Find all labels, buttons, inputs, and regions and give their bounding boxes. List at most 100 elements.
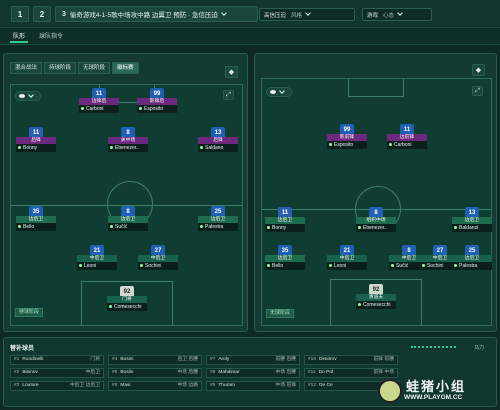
morale-icon <box>454 264 457 268</box>
substitute-number: #11 <box>308 370 316 375</box>
mentality-label: 高信压迫 <box>264 12 287 19</box>
morale-icon <box>267 226 270 230</box>
substitute-name: Bosilo <box>120 370 134 375</box>
substitute-name: De Ce <box>319 383 333 388</box>
substitute-position: 前锋 前腰 <box>373 357 394 362</box>
mode-select[interactable]: 游戏 心态 <box>362 8 432 21</box>
morale-icon <box>18 225 21 229</box>
tab-emblem[interactable]: 徽标赛 <box>112 62 139 74</box>
substitute-name: Mahdimar <box>218 370 240 375</box>
substitute-row[interactable]: #2 Bisinov 中后卫 <box>10 368 104 378</box>
player-name-row: Comesecchi <box>356 301 396 309</box>
morale-icon <box>391 264 394 268</box>
player-name: Saldano <box>205 145 224 151</box>
phase-status-badge: 持球阶段 <box>15 308 44 317</box>
expand-icon[interactable]: ⤢ <box>223 90 234 100</box>
player-name-row: Carboni <box>79 105 119 113</box>
substitute-name: Thuram <box>218 383 235 388</box>
player-role: 中后卫 <box>77 255 117 262</box>
morale-icon <box>358 303 361 307</box>
player-role: 边锋后 <box>79 98 119 105</box>
player-role: 后锋 <box>16 137 56 144</box>
substitute-row[interactable]: #5 Bosilo 中场 后腰 <box>108 368 202 378</box>
player-name: Ebenezer.. <box>363 225 387 231</box>
tab-mixed[interactable]: 混合战法 <box>10 62 43 74</box>
substitute-number: #9 <box>210 383 216 388</box>
tactic-number: 3 <box>62 10 66 18</box>
morale-icon <box>109 305 112 309</box>
player-name: Sochini <box>145 263 162 269</box>
tactic-tab-2[interactable]: 2 <box>33 6 51 22</box>
watermark: 蛙猪小组 WWW.PLAYGM.CC <box>376 373 496 407</box>
watermark-url: WWW.PLAYGM.CC <box>404 394 463 401</box>
substitute-row[interactable]: #9 Thuram 中场 前锋 <box>206 381 300 391</box>
morale-icon <box>329 143 332 147</box>
substitute-name: Bisinov <box>22 370 38 375</box>
diamond-icon[interactable]: ◆ <box>225 66 238 78</box>
substitute-number: #4 <box>112 357 118 362</box>
player-name-row: Ebenezer.. <box>108 144 148 152</box>
substitute-number: #5 <box>112 370 118 375</box>
eye-icon <box>270 90 276 94</box>
tab-in-possession[interactable]: 持球阶段 <box>44 62 77 74</box>
condition-bar <box>411 346 456 348</box>
player-role: 关中场 <box>108 137 148 144</box>
substitute-row[interactable]: #3 Loutore 中后卫 边后卫 <box>10 381 104 391</box>
substitute-number: #1 <box>14 357 20 362</box>
top-bar: 1 2 3 偷奇游戏4-1-5歌中场攻中路 边翼卫 预防 · 急信压迫 高信压迫… <box>0 0 500 28</box>
tab-formation[interactable]: 队形 <box>10 31 29 43</box>
player-name-row: Baldanzi <box>452 224 492 232</box>
penalty-box-top <box>348 79 404 97</box>
player-name-row: Esposito <box>137 105 177 113</box>
chevron-down-icon <box>28 91 34 98</box>
mentality-select[interactable]: 高信压迫 风格 <box>259 8 355 21</box>
player-name: Palestra <box>205 224 224 230</box>
player-name: Bonny <box>272 225 287 231</box>
visibility-toggle[interactable] <box>266 87 292 97</box>
player-name-row: Sochini <box>138 262 178 270</box>
substitute-number: #3 <box>14 383 20 388</box>
substitute-row[interactable]: #10 Dimitrov 前锋 前腰 <box>304 355 398 365</box>
substitute-position: 中场 前锋 <box>275 383 296 388</box>
player-name: Ebenezer.. <box>115 145 139 151</box>
substitute-name: Masi <box>120 383 131 388</box>
player-role: 后锋 <box>198 137 238 144</box>
substitute-row[interactable]: #8 Mahdimar 中场 后腰 <box>206 368 300 378</box>
condition-label: 马力 <box>473 345 484 351</box>
tab-out-of-possession[interactable]: 无球阶段 <box>78 62 111 74</box>
player-name: Sučić <box>396 263 409 269</box>
expand-icon[interactable]: ⤢ <box>472 86 483 96</box>
substitute-row[interactable]: #6 Masi 中场 边路 <box>108 381 202 391</box>
player-name-row: Sučić <box>108 223 148 231</box>
morale-icon <box>140 264 143 268</box>
player-name-row: Ebenezer.. <box>356 224 396 232</box>
player-role: 边后卫 <box>16 216 56 223</box>
watermark-text: 蛙猪小组 <box>406 380 467 395</box>
player-name-row: Palestra <box>198 223 238 231</box>
chevron-down-icon <box>305 10 311 16</box>
player-role: 边后卫 <box>265 217 305 224</box>
substitute-row[interactable]: #7 Aroly 前腰 后腰 <box>206 355 300 365</box>
tab-team-instructions[interactable]: 球队指令 <box>36 31 66 43</box>
player-name: Bello <box>23 224 35 230</box>
substitute-row[interactable]: #1 Rondinelli 门将 <box>10 355 104 365</box>
substitute-name: Rondinelli <box>22 357 44 362</box>
player-role: 门将 <box>107 296 147 303</box>
diamond-icon[interactable]: ◆ <box>472 64 485 76</box>
substitute-number: #8 <box>210 370 216 375</box>
player-name: Sochini <box>427 263 444 269</box>
player-name: Esposito <box>144 106 164 112</box>
visibility-toggle[interactable] <box>15 91 41 101</box>
logo-icon <box>378 379 402 403</box>
player-role: 边后卫 <box>198 216 238 223</box>
player-name: Sučić <box>115 224 128 230</box>
mentality-value: 风格 <box>291 12 303 19</box>
player-name-row: Bello <box>16 223 56 231</box>
morale-icon <box>110 225 113 229</box>
tactic-selector[interactable]: 3 偷奇游戏4-1-5歌中场攻中路 边翼卫 预防 · 急信压迫 <box>55 6 258 22</box>
morale-icon <box>358 226 361 230</box>
player-name: Palestra <box>459 263 478 269</box>
substitute-row[interactable]: #4 Bosini 后卫 后腰 <box>108 355 202 365</box>
tactic-tab-1[interactable]: 1 <box>11 6 29 22</box>
player-name-row: Esposito <box>327 141 367 149</box>
